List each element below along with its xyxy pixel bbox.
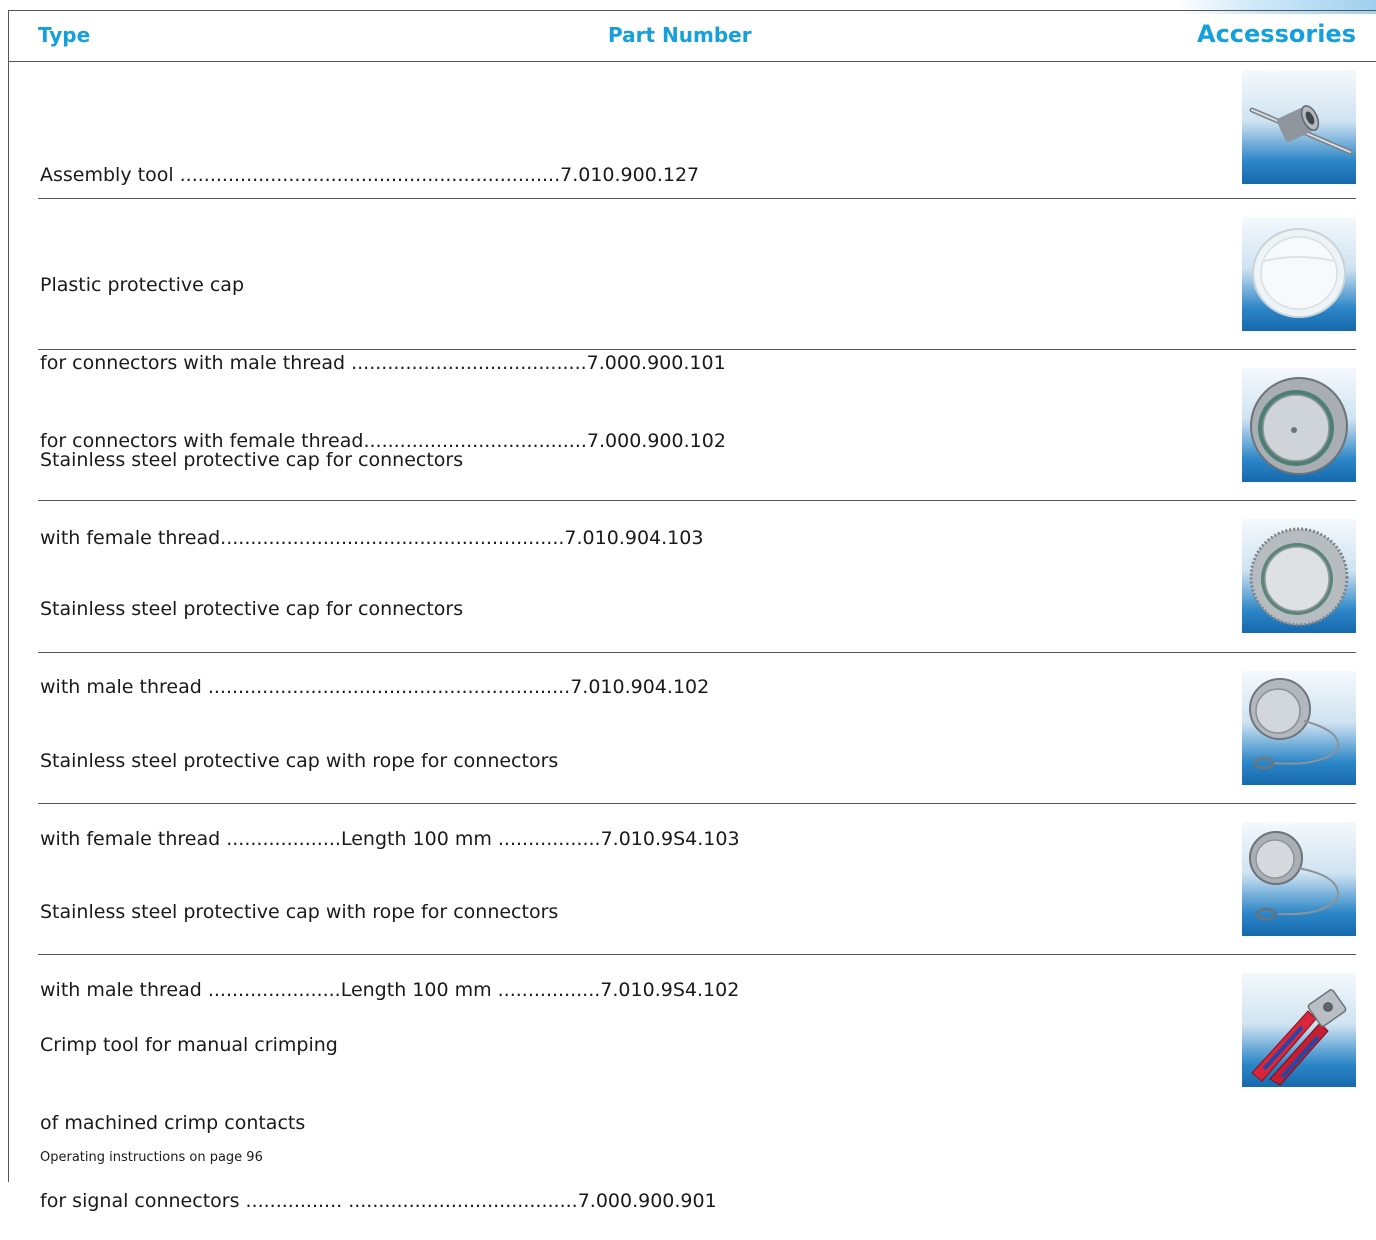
row-divider <box>38 198 1356 199</box>
steel-cap-rope-male-icon <box>1242 822 1356 936</box>
page-title: Accessories <box>1197 20 1356 48</box>
assembly-tool-icon <box>1242 70 1356 184</box>
row-line: Plastic protective cap <box>40 274 245 296</box>
row-divider <box>38 652 1356 653</box>
plastic-cap-icon <box>1242 217 1356 331</box>
type-column-header: Type <box>38 23 91 47</box>
steel-cap-rope-female-icon <box>1242 671 1356 785</box>
steel-cap-female-icon <box>1242 368 1356 482</box>
steel-cap-male-icon <box>1242 519 1356 633</box>
row-divider <box>38 500 1356 501</box>
row-divider <box>38 349 1356 350</box>
part-number-column-header: Part Number <box>608 23 752 47</box>
row-divider <box>38 803 1356 804</box>
row-line: Stainless steel protective cap for conne… <box>40 449 464 471</box>
row-line: for signal connectors ................ .… <box>40 1190 717 1212</box>
row-line: Crimp tool for manual crimping <box>40 1034 338 1056</box>
header-rule <box>8 61 1376 62</box>
row-crimp-tool: Crimp tool for manual crimping of machin… <box>40 980 717 1240</box>
row-line: of machined crimp contacts <box>40 1112 306 1134</box>
row-line: Assembly tool ..........................… <box>40 164 700 186</box>
left-rule <box>8 10 9 1182</box>
footer-note: Operating instructions on page 96 <box>40 1150 263 1165</box>
row-line: for connectors with male thread ........… <box>40 352 726 374</box>
crimp-tool-icon <box>1242 973 1356 1087</box>
row-line: Stainless steel protective cap for conne… <box>40 598 464 620</box>
row-line: Stainless steel protective cap with rope… <box>40 901 559 923</box>
row-divider <box>38 954 1356 955</box>
row-line: Stainless steel protective cap with rope… <box>40 750 559 772</box>
table-header: Type Part Number Accessories <box>8 11 1356 61</box>
